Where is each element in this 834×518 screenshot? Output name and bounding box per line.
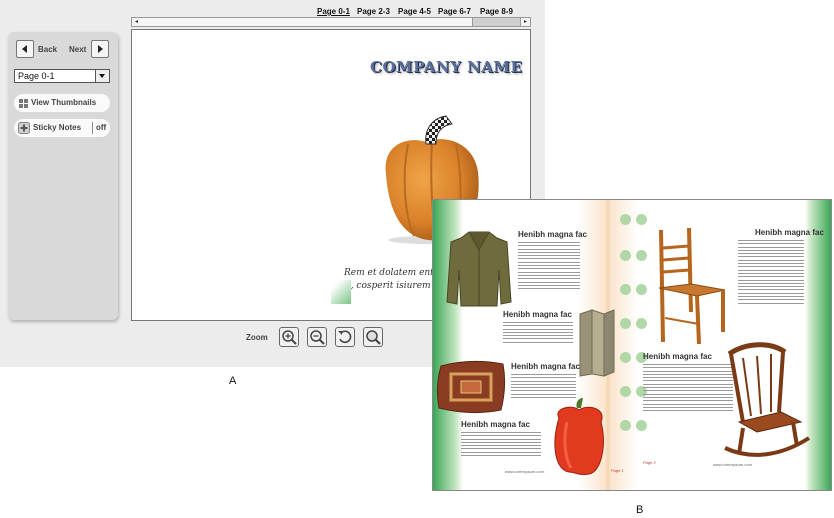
magnifier-icon	[366, 330, 381, 345]
heading-4: Henibh magna fac	[461, 420, 530, 429]
decorative-dot	[636, 250, 647, 261]
magazine-spread: Henibh magna fac Henibh magna fac Henibh…	[432, 199, 832, 491]
caption-b: B	[636, 504, 644, 516]
sticky-notes-state: off	[96, 123, 107, 132]
triangle-right-icon	[98, 45, 103, 53]
decorative-dot	[620, 352, 631, 363]
decorative-dot	[636, 284, 647, 295]
heading-2: Henibh magna fac	[503, 310, 572, 319]
sticky-notes-toggle[interactable]: Sticky Notes off	[14, 119, 110, 137]
pillow-image	[436, 360, 506, 414]
zoom-in-button[interactable]	[279, 327, 299, 347]
heading-1: Henibh magna fac	[518, 230, 587, 239]
red-pepper-image	[554, 398, 604, 476]
grid-icon	[19, 99, 28, 108]
body-text-2	[503, 322, 573, 345]
url-right: www.loremipsum.com	[713, 462, 752, 467]
decorative-dot	[620, 214, 631, 225]
triangle-left-icon	[22, 45, 27, 53]
next-button[interactable]	[91, 40, 109, 58]
control-sidebar: Back Next Page 0-1 View Thumbnails Stick…	[8, 32, 118, 320]
horizontal-scrollbar[interactable]: ◂ ▸	[131, 17, 531, 27]
tab-page-0-1[interactable]: Page 0-1	[317, 7, 350, 16]
page-number-left: Page 1	[611, 468, 624, 473]
page-select-value: Page 0-1	[18, 71, 55, 81]
magnify-button[interactable]	[363, 327, 383, 347]
heading-6: Henibh magna fac	[643, 352, 712, 361]
next-label[interactable]: Next	[69, 45, 86, 54]
scroll-right-icon[interactable]: ▸	[520, 18, 530, 26]
url-left: www.loremipsum.com	[505, 469, 544, 474]
decorative-dot	[636, 318, 647, 329]
back-label[interactable]: Back	[38, 45, 57, 54]
zoom-in-icon	[282, 330, 297, 345]
decorative-dot	[620, 284, 631, 295]
rocking-chair-image	[724, 342, 811, 457]
decorative-dot	[620, 420, 631, 431]
zoom-label: Zoom	[246, 333, 268, 342]
decorative-dot	[620, 250, 631, 261]
sticky-notes-label: Sticky Notes	[33, 123, 82, 132]
chair-image	[658, 227, 726, 345]
tab-page-4-5[interactable]: Page 4-5	[398, 7, 431, 16]
decorative-dot	[636, 214, 647, 225]
decorative-dot	[620, 318, 631, 329]
jacket-image	[446, 231, 512, 307]
rotate-icon	[338, 330, 352, 344]
back-button[interactable]	[16, 40, 34, 58]
tab-page-6-7[interactable]: Page 6-7	[438, 7, 471, 16]
zoom-out-button[interactable]	[307, 327, 327, 347]
body-text-6	[643, 364, 733, 413]
page-corner-gradient	[331, 280, 351, 304]
plus-icon	[18, 122, 30, 134]
folding-screen-image	[579, 309, 615, 377]
body-text-1	[518, 242, 580, 291]
tab-page-2-3[interactable]: Page 2-3	[357, 7, 390, 16]
company-name-title: COMPANY NAME	[370, 58, 523, 76]
divider	[92, 122, 93, 134]
tab-page-8-9[interactable]: Page 8-9	[480, 7, 513, 16]
decorative-dot	[636, 420, 647, 431]
decorative-dot	[620, 386, 631, 397]
cover-script-line-1: Rem et dolatem ent i	[344, 268, 440, 278]
page-select[interactable]: Page 0-1	[14, 69, 110, 83]
scrollbar-thumb[interactable]	[141, 18, 473, 26]
zoom-out-icon	[310, 330, 325, 345]
body-text-4	[461, 432, 541, 458]
reset-zoom-button[interactable]	[335, 327, 355, 347]
page-number-right: Page 2	[643, 460, 656, 465]
heading-5: Henibh magna fac	[755, 228, 824, 237]
caption-a: A	[229, 375, 237, 387]
heading-3: Henibh magna fac	[511, 362, 580, 371]
body-text-5	[738, 240, 804, 306]
chevron-down-icon[interactable]	[95, 70, 109, 82]
view-thumbnails-button[interactable]: View Thumbnails	[14, 94, 110, 112]
view-thumbnails-label: View Thumbnails	[31, 98, 97, 107]
